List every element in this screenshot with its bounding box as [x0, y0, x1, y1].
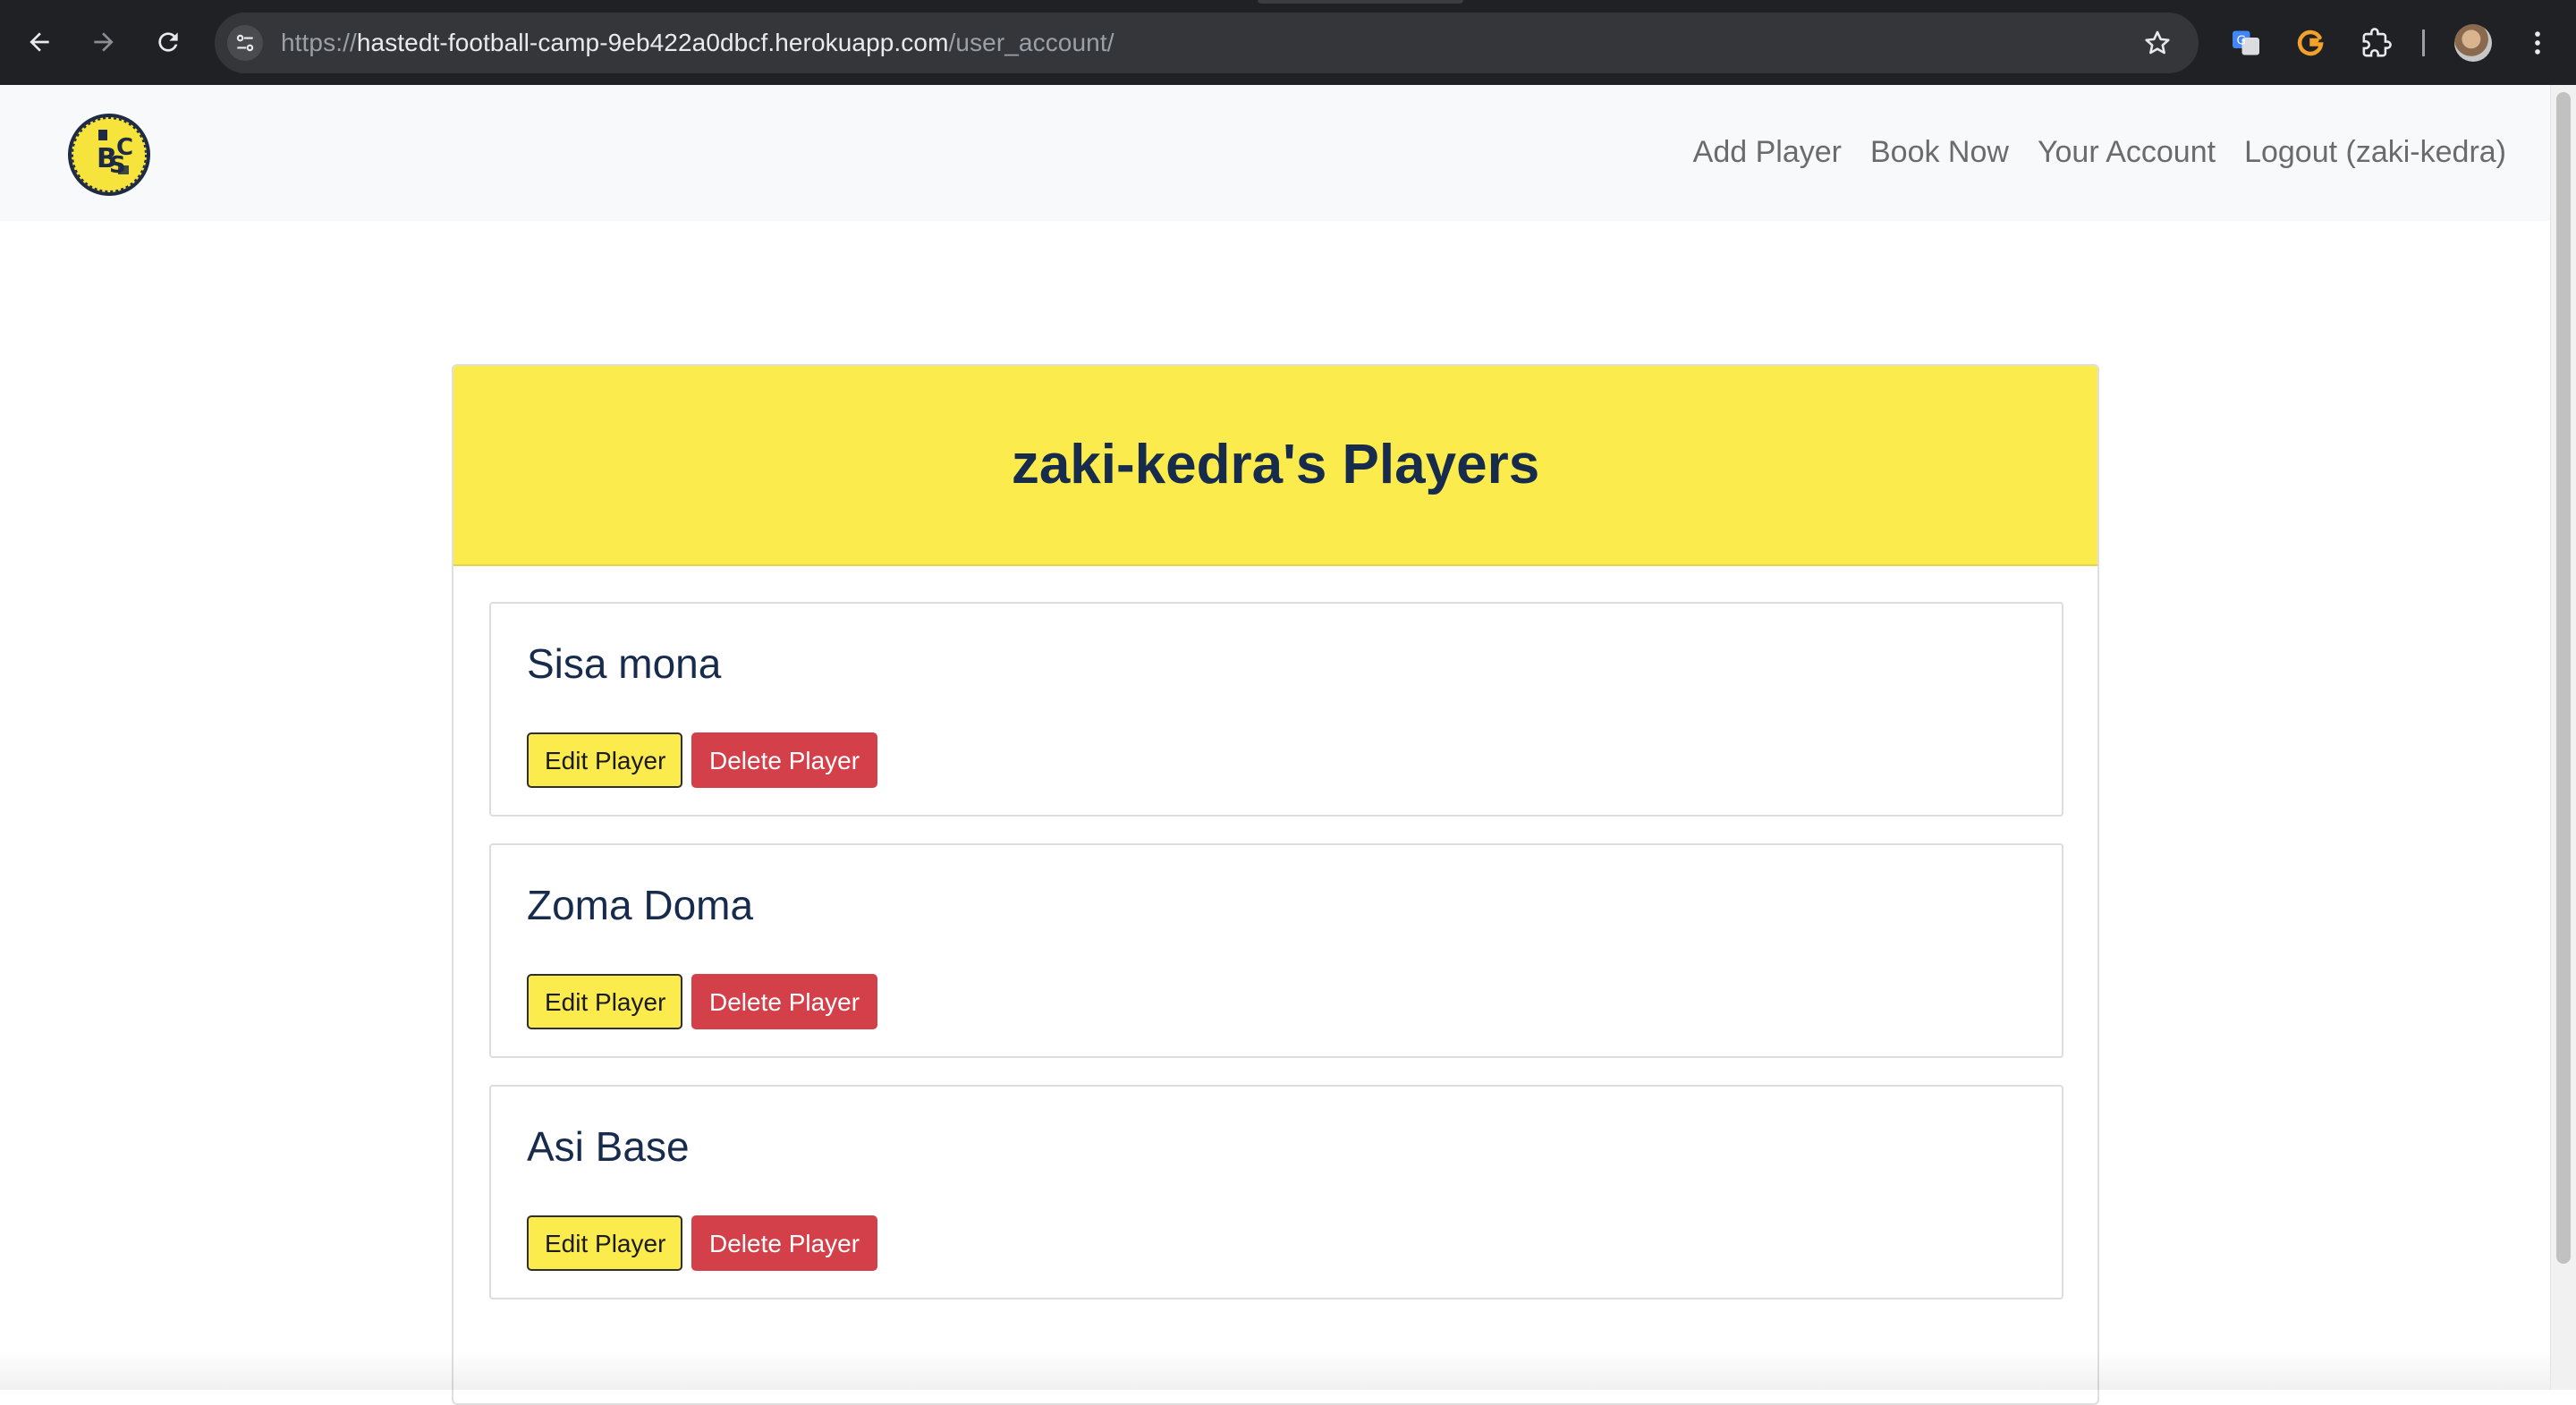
- delete-player-button[interactable]: Delete Player: [691, 1215, 877, 1271]
- url-host: hastedt-football-camp-9eb422a0dbcf.herok…: [356, 29, 949, 56]
- grammarly-icon[interactable]: [2292, 24, 2329, 62]
- vertical-scrollbar[interactable]: [2550, 85, 2576, 1390]
- player-card: Sisa mona Edit Player Delete Player: [489, 602, 2063, 817]
- svg-text:G: G: [2237, 34, 2246, 48]
- nav-links: Add Player Book Now Your Account Logout …: [1665, 128, 2506, 176]
- players-card-header: zaki-kedra's Players: [453, 366, 2097, 566]
- edit-player-button[interactable]: Edit Player: [527, 732, 682, 788]
- nav-logout[interactable]: Logout (zaki-kedra): [2244, 135, 2506, 170]
- scrollbar-thumb[interactable]: [2556, 92, 2571, 1264]
- forward-arrow-icon[interactable]: [86, 24, 122, 60]
- translate-icon[interactable]: G: [2227, 24, 2265, 62]
- bottom-fade: [0, 1350, 2551, 1390]
- back-arrow-icon[interactable]: [21, 24, 57, 60]
- delete-player-button[interactable]: Delete Player: [691, 974, 877, 1029]
- url-scheme: https://: [281, 29, 357, 56]
- site-settings-icon[interactable]: [227, 25, 263, 61]
- players-card: zaki-kedra's Players Sisa mona Edit Play…: [452, 364, 2099, 1405]
- club-logo-icon[interactable]: B S C: [66, 112, 152, 198]
- reload-icon[interactable]: [150, 24, 186, 60]
- puzzle-icon[interactable]: [2358, 24, 2395, 62]
- nav-add-player[interactable]: Add Player: [1693, 135, 1842, 170]
- page-content: B S C Add Player Book Now Your Account L…: [0, 85, 2576, 1405]
- player-name: Sisa mona: [527, 640, 722, 687]
- toolbar-divider: [2422, 30, 2425, 56]
- kebab-menu-icon[interactable]: [2519, 24, 2556, 62]
- active-tab-indicator: [1258, 0, 1463, 4]
- player-card: Asi Base Edit Player Delete Player: [489, 1085, 2063, 1299]
- svg-text:C: C: [116, 134, 133, 161]
- delete-player-button[interactable]: Delete Player: [691, 732, 877, 788]
- nav-your-account[interactable]: Your Account: [2038, 135, 2216, 170]
- url-path: /user_account/: [948, 29, 1114, 56]
- nav-book-now[interactable]: Book Now: [1870, 135, 2009, 170]
- edit-player-button[interactable]: Edit Player: [527, 1215, 682, 1271]
- star-icon[interactable]: [2140, 25, 2175, 61]
- url-text[interactable]: https://hastedt-football-camp-9eb422a0db…: [281, 28, 1114, 58]
- page-title: zaki-kedra's Players: [1011, 434, 1540, 495]
- browser-toolbar: https://hastedt-football-camp-9eb422a0db…: [0, 0, 2576, 85]
- site-navbar: B S C Add Player Book Now Your Account L…: [0, 85, 2551, 221]
- player-name: Asi Base: [527, 1123, 690, 1170]
- edit-player-button[interactable]: Edit Player: [527, 974, 682, 1029]
- profile-avatar[interactable]: [2454, 24, 2492, 62]
- player-card: Zoma Doma Edit Player Delete Player: [489, 843, 2063, 1058]
- player-name: Zoma Doma: [527, 882, 754, 928]
- address-bar[interactable]: https://hastedt-football-camp-9eb422a0db…: [215, 13, 2199, 73]
